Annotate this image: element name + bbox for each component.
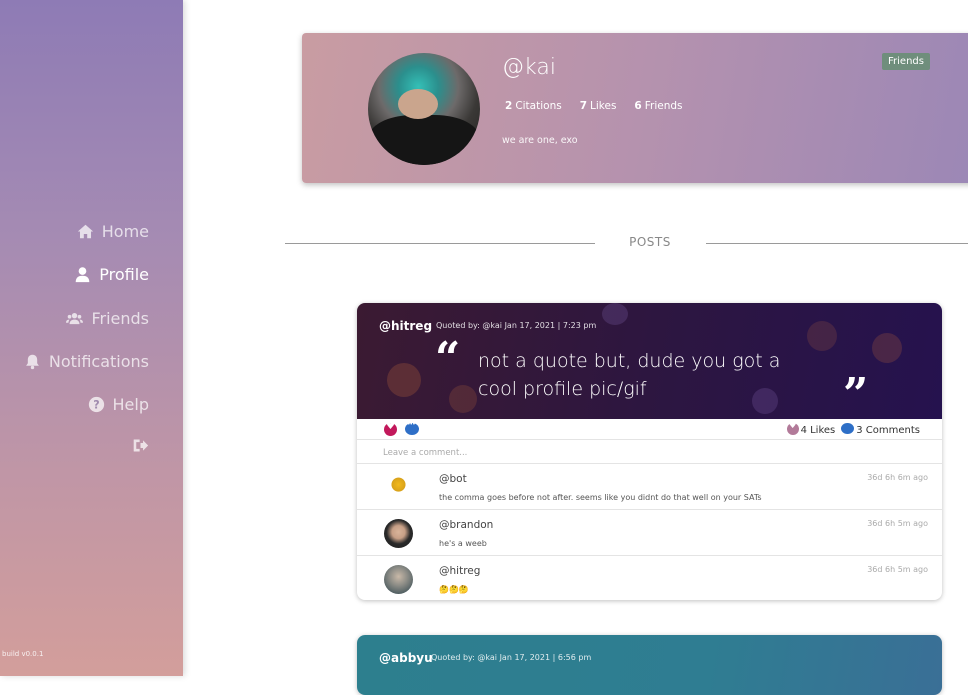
quote-close-icon: ” (843, 369, 869, 420)
comment-item: @bot the comma goes before not after. se… (357, 464, 942, 510)
profile-avatar (368, 53, 480, 165)
divider-left (285, 243, 595, 244)
post-quote-header: @hitreg Quoted by: @kai Jan 17, 2021 | 7… (357, 303, 942, 419)
home-icon (77, 224, 93, 239)
svg-text:?: ? (93, 398, 99, 411)
comment-text: the comma goes before not after. seems l… (439, 493, 762, 502)
sidebar-item-label: Home (101, 222, 149, 241)
build-version: build v0.0.1 (2, 650, 44, 658)
profile-stats: 2 Citations 7 Likes 6 Friends (505, 100, 683, 112)
sidebar-item-notifications[interactable]: Notifications (24, 352, 149, 371)
question-circle-icon: ? (88, 396, 104, 413)
sidebar-item-label: Help (112, 395, 149, 414)
user-icon (75, 267, 90, 283)
post-author[interactable]: @hitreg (379, 319, 432, 333)
divider-right (706, 243, 968, 244)
posts-section-title: POSTS (629, 235, 671, 249)
chat-icon (841, 423, 855, 434)
likes-stat: 7 Likes (579, 100, 617, 112)
comment-input[interactable] (357, 443, 942, 464)
sidebar-item-help[interactable]: ? Help (88, 395, 149, 414)
avatar[interactable] (384, 473, 413, 502)
comment-text: 🤔🤔🤔 (439, 585, 469, 594)
profile-header: @kai 2 Citations 7 Likes 6 Friends we are o… (302, 33, 968, 183)
citations-stat: 2 Citations (505, 100, 562, 112)
likes-count[interactable]: 4 Likes (786, 421, 835, 436)
sidebar-item-label: Notifications (48, 352, 149, 371)
comment-time: 36d 6h 5m ago (867, 565, 928, 574)
logout-button[interactable] (132, 437, 149, 454)
comment-item: @brandon he's a weeb 36d 6h 5m ago (357, 510, 942, 556)
comment-icon[interactable] (405, 421, 419, 435)
comment-author[interactable]: @bot (439, 473, 467, 485)
quote-open-icon: “ (435, 333, 461, 384)
users-icon (66, 312, 84, 325)
comments-count[interactable]: 3 Comments (841, 423, 920, 436)
avatar[interactable] (384, 519, 413, 548)
sidebar: Home Profile Friends Notifications ? Hel… (0, 0, 183, 676)
post-quote-text: not a quote but, dude you got a cool pro… (478, 350, 781, 400)
sign-out-icon (133, 439, 149, 452)
sidebar-item-label: Profile (99, 265, 149, 284)
friends-stat: 6 Friends (634, 100, 683, 112)
profile-handle: @kai (502, 55, 556, 80)
sidebar-item-profile[interactable]: Profile (74, 265, 149, 284)
like-icon[interactable] (384, 421, 397, 436)
profile-bio: we are one, exo (502, 135, 578, 146)
sidebar-item-friends[interactable]: Friends (66, 309, 149, 328)
bell-icon (25, 354, 39, 370)
heart-icon (786, 421, 799, 435)
comment-text: he's a weeb (439, 539, 487, 548)
sidebar-item-home[interactable]: Home (77, 222, 149, 241)
comment-author[interactable]: @brandon (439, 519, 493, 531)
post-author[interactable]: @abbyu (379, 651, 433, 665)
avatar[interactable] (384, 565, 413, 594)
post-meta: Quoted by: @kai Jan 17, 2021 | 6:56 pm (431, 653, 592, 662)
post-counts: 4 Likes 3 Comments (786, 421, 920, 436)
comment-item: @hitreg 🤔🤔🤔 36d 6h 5m ago (357, 556, 942, 600)
post-card: @hitreg Quoted by: @kai Jan 17, 2021 | 7… (357, 303, 942, 600)
post-meta: Quoted by: @kai Jan 17, 2021 | 7:23 pm (436, 321, 597, 330)
friends-badge[interactable]: Friends (882, 53, 930, 70)
comment-time: 36d 6h 6m ago (867, 473, 928, 482)
post-card: @abbyu Quoted by: @kai Jan 17, 2021 | 6:… (357, 635, 942, 695)
comment-time: 36d 6h 5m ago (867, 519, 928, 528)
comment-author[interactable]: @hitreg (439, 565, 480, 577)
post-actions: 4 Likes 3 Comments (357, 419, 942, 440)
sidebar-item-label: Friends (91, 309, 149, 328)
